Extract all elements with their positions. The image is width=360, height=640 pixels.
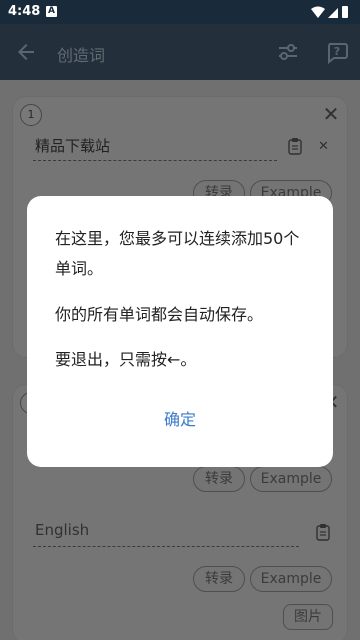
info-dialog: 在这里，您最多可以连续添加50个单词。 你的所有单词都会自动保存。 要退出，只需… (27, 196, 333, 467)
dialog-message-limit: 在这里，您最多可以连续添加50个单词。 (55, 229, 300, 278)
status-icons (311, 6, 348, 18)
status-time: 4:48 (8, 4, 41, 19)
battery-icon (342, 6, 348, 18)
notification-icon: A (46, 6, 57, 17)
status-bar: 4:48 A (0, 0, 360, 24)
wifi-icon (311, 6, 325, 18)
signal-icon (328, 8, 338, 18)
dialog-message-exit: 要退出，只需按←。 (55, 350, 197, 369)
dialog-message-autosave: 你的所有单词都会自动保存。 (55, 305, 264, 324)
ok-button[interactable]: 确定 (140, 404, 220, 436)
